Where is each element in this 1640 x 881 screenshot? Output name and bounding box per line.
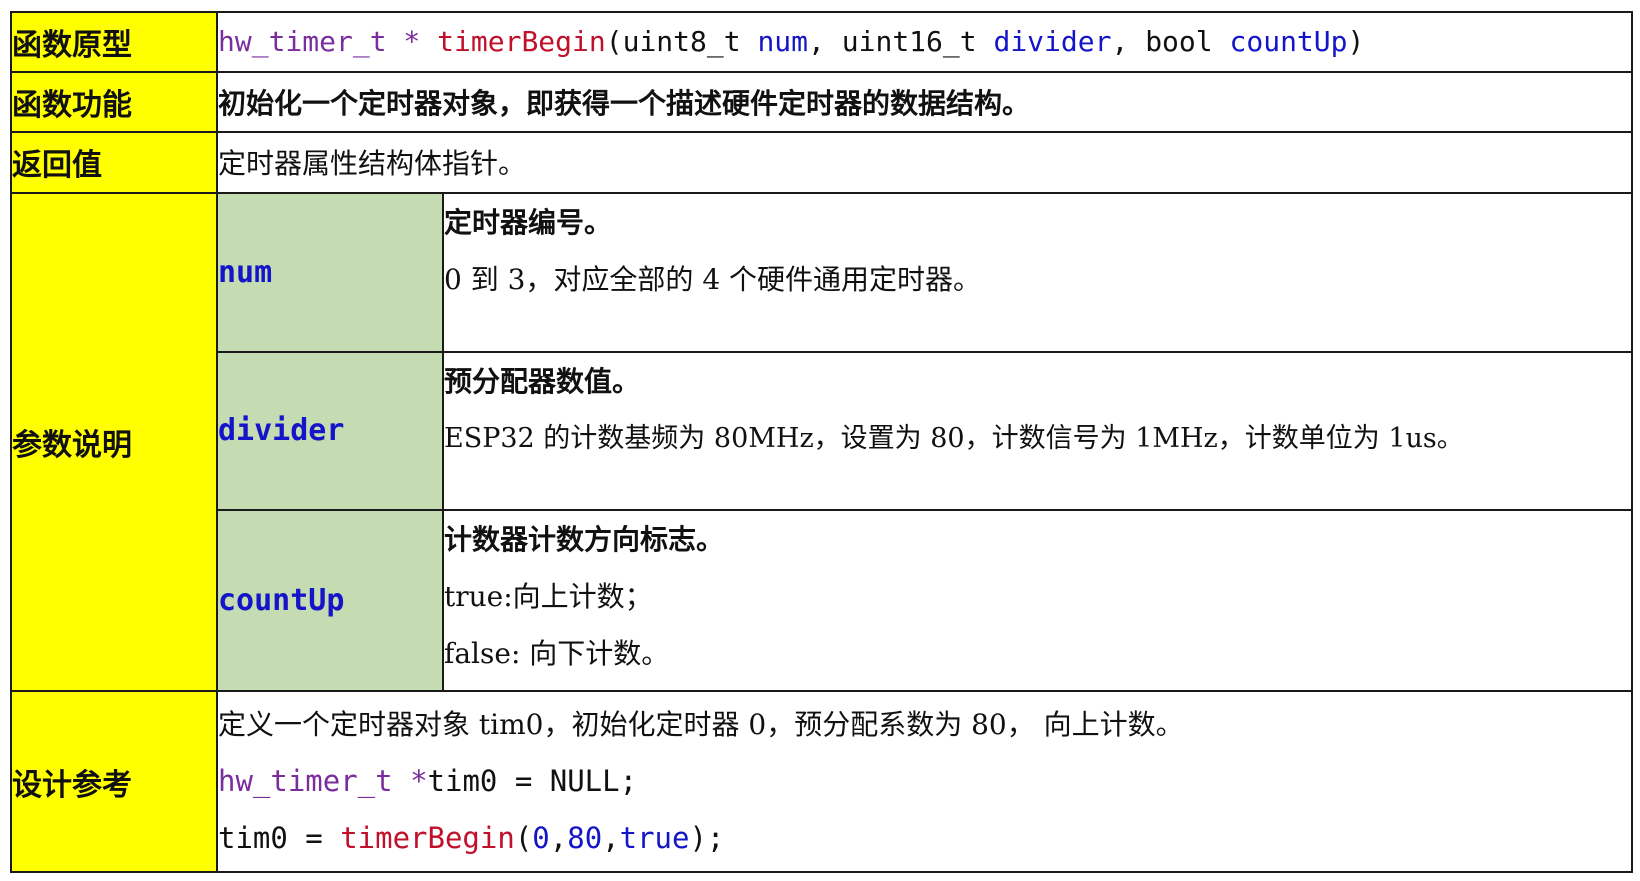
param-line-countup-2: false: 向下计数。 (444, 637, 670, 671)
design-label: 设计参考 (10, 690, 218, 873)
prototype-pointer-star: * (386, 25, 438, 59)
param-line-num-1: 0 到 3，对应全部的 4 个硬件通用定时器。 (444, 262, 982, 296)
param-name-num: num (216, 191, 444, 353)
code2-comma1: , (549, 821, 568, 856)
prototype-param3: countUp (1229, 25, 1348, 59)
param-desc-divider: 预分配器数值。 ESP32 的计数基频为 80MHz，设置为 80，计数信号为 … (442, 350, 1633, 512)
param-name-divider: divider (216, 350, 444, 512)
code2-arg1: 0 (532, 821, 550, 856)
code2-function: timerBegin (340, 821, 515, 856)
param-title-countup: 计数器计数方向标志。 (444, 523, 725, 557)
prototype-function-name: timerBegin (437, 25, 606, 59)
prototype-sep2: , (1111, 25, 1146, 59)
prototype-return-type: hw_timer_t (218, 25, 387, 59)
design-code-line-1: hw_timer_t *tim0 = NULL; (218, 753, 1631, 810)
prototype-param3-type: bool (1145, 25, 1230, 59)
param-row-divider: divider 预分配器数值。 ESP32 的计数基频为 80MHz，设置为 8… (11, 350, 1633, 512)
code2-arg3: true (619, 821, 690, 856)
prototype-sep1: , (808, 25, 842, 59)
function-label: 函数功能 (10, 70, 218, 134)
code2-comma2: , (602, 821, 620, 856)
param-row-num: 参数说明 num 定时器编号。 0 到 3，对应全部的 4 个硬件通用定时器。 (10, 191, 1633, 693)
code1-star: * (392, 764, 428, 799)
design-code-line-2: tim0 = timerBegin(0,80,true); (218, 810, 1631, 867)
function-row: 函数功能 初始化一个定时器对象，即获得一个描述硬件定时器的数据结构。 (10, 70, 1633, 134)
prototype-param1: num (757, 25, 809, 59)
prototype-close-paren: ) (1347, 25, 1365, 59)
code2-close: ); (689, 821, 725, 856)
prototype-open-paren: ( (605, 25, 623, 59)
code1-rest: tim0 = NULL; (427, 764, 638, 799)
param-row-countup: countUp 计数器计数方向标志。 true:向上计数； false: 向下计… (11, 509, 1633, 693)
function-reference-table: 函数原型 hw_timer_t * timerBegin(uint8_t num… (10, 11, 1633, 873)
params-label: 参数说明 (10, 191, 218, 693)
code2-arg2: 80 (567, 821, 603, 856)
return-row: 返回值 定时器属性结构体指针。 (10, 131, 1633, 194)
return-description: 定时器属性结构体指针。 (216, 131, 1633, 194)
return-label: 返回值 (10, 131, 218, 194)
code2-open: ( (514, 821, 533, 856)
prototype-label: 函数原型 (10, 11, 218, 73)
param-desc-num: 定时器编号。 0 到 3，对应全部的 4 个硬件通用定时器。 (442, 191, 1633, 353)
prototype-param1-type: uint8_t (622, 25, 758, 59)
param-line-countup-1: true:向上计数； (444, 580, 653, 614)
design-row: 设计参考 定义一个定时器对象 tim0，初始化定时器 0，预分配系数为 80， … (10, 690, 1633, 873)
prototype-param2: divider (993, 25, 1112, 59)
param-name-countup: countUp (216, 509, 444, 693)
prototype-code: hw_timer_t * timerBegin(uint8_t num, uin… (216, 11, 1633, 73)
code2-pre: tim0 = (218, 821, 341, 856)
design-content: 定义一个定时器对象 tim0，初始化定时器 0，预分配系数为 80， 向上计数。… (216, 690, 1633, 873)
param-desc-countup: 计数器计数方向标志。 true:向上计数； false: 向下计数。 (442, 509, 1633, 693)
prototype-row: 函数原型 hw_timer_t * timerBegin(uint8_t num… (10, 11, 1633, 73)
code1-type: hw_timer_t (218, 764, 393, 799)
function-description: 初始化一个定时器对象，即获得一个描述硬件定时器的数据结构。 (216, 70, 1633, 134)
param-title-num: 定时器编号。 (444, 205, 613, 239)
prototype-param2-type: uint16_t (841, 25, 994, 59)
param-line-divider-1: ESP32 的计数基频为 80MHz，设置为 80，计数信号为 1MHz，计数单… (444, 422, 1464, 454)
design-description: 定义一个定时器对象 tim0，初始化定时器 0，预分配系数为 80， 向上计数。 (218, 708, 1184, 742)
param-title-divider: 预分配器数值。 (444, 364, 641, 398)
